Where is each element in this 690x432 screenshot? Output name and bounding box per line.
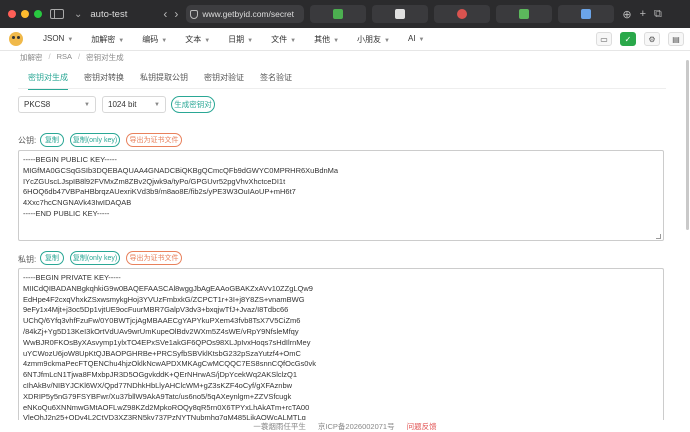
breadcrumb-item[interactable]: RSA bbox=[57, 52, 72, 63]
browser-tab[interactable] bbox=[496, 5, 553, 23]
menu-label: 文本 bbox=[185, 34, 202, 44]
browser-tab[interactable] bbox=[310, 5, 367, 23]
chevron-down-icon: ▼ bbox=[67, 36, 74, 43]
menu-item-crypto[interactable]: 加解密 ▼ bbox=[91, 34, 124, 45]
sidebar-panel-icon[interactable]: ▤ bbox=[668, 32, 684, 46]
menu-item-ai[interactable]: AI ▼ bbox=[408, 34, 425, 45]
maximize-window-button[interactable] bbox=[34, 10, 42, 18]
favicon-icon bbox=[395, 9, 406, 19]
chevron-down-icon[interactable]: ⌄ bbox=[74, 9, 82, 20]
copy-public-button[interactable]: 复制 bbox=[40, 133, 64, 147]
download-icon[interactable]: ⊕ bbox=[622, 8, 631, 21]
menu-item-file[interactable]: 文件 ▼ bbox=[271, 34, 296, 45]
footer: 一蓑烟雨任平生 京ICP备2026002071号 问题反馈 bbox=[0, 420, 690, 432]
export-private-button[interactable]: 导出为证书文件 bbox=[126, 251, 182, 265]
chevron-down-icon: ▼ bbox=[161, 37, 168, 44]
private-key-textarea[interactable]: -----BEGIN PRIVATE KEY----- MIICdQIBADAN… bbox=[18, 268, 664, 428]
chevron-down-icon: ▼ bbox=[384, 37, 390, 44]
favicon-icon bbox=[457, 9, 468, 19]
chevron-down-icon: ▼ bbox=[204, 37, 211, 44]
tab-overview-icon[interactable]: ⧉ bbox=[654, 8, 662, 21]
chevron-down-icon: ▼ bbox=[84, 101, 90, 108]
url-text: www.getbyid.com/secret bbox=[202, 9, 295, 19]
window-controls bbox=[8, 10, 42, 18]
feedback-link[interactable]: 问题反馈 bbox=[407, 421, 437, 432]
menu-label: 编码 bbox=[142, 34, 159, 44]
copy-public-only-button[interactable]: 复制(only key) bbox=[70, 133, 120, 147]
breadcrumb-separator: / bbox=[48, 52, 51, 61]
copy-private-only-button[interactable]: 复制(only key) bbox=[70, 251, 120, 265]
resize-handle-icon[interactable] bbox=[656, 234, 661, 239]
menu-item-date[interactable]: 日期 ▼ bbox=[228, 34, 253, 45]
breadcrumb-item[interactable]: 加解密 bbox=[20, 52, 43, 63]
menu-label: AI bbox=[407, 33, 416, 43]
checkbox-icon[interactable]: ✓ bbox=[620, 32, 636, 46]
footer-icp[interactable]: 京ICP备2026002071号 bbox=[318, 421, 395, 432]
settings-icon[interactable]: ⚙ bbox=[644, 32, 660, 46]
chevron-down-icon: ▼ bbox=[333, 37, 340, 44]
close-window-button[interactable] bbox=[8, 10, 16, 18]
favicon-icon bbox=[581, 9, 592, 19]
footer-motto: 一蓑烟雨任平生 bbox=[253, 421, 306, 431]
address-bar[interactable]: www.getbyid.com/secret bbox=[186, 5, 305, 23]
chevron-down-icon: ▼ bbox=[154, 101, 160, 108]
copy-private-button[interactable]: 复制 bbox=[40, 251, 64, 265]
breadcrumb-separator: / bbox=[78, 52, 81, 61]
menu-label: 日期 bbox=[228, 34, 245, 44]
logo-icon[interactable] bbox=[9, 32, 23, 46]
forward-icon[interactable]: › bbox=[174, 7, 178, 21]
menu-label: JSON bbox=[43, 33, 65, 43]
scrollbar[interactable] bbox=[686, 60, 689, 230]
key-size-select[interactable]: 1024 bit ▼ bbox=[102, 96, 166, 113]
menu-label: 文件 bbox=[271, 34, 288, 44]
favicon-icon bbox=[519, 9, 530, 19]
format-select[interactable]: PKCS8 ▼ bbox=[18, 96, 96, 113]
menu-item-text[interactable]: 文本 ▼ bbox=[185, 34, 210, 45]
generate-keypair-button[interactable]: 生成密钥对 bbox=[171, 96, 215, 113]
menu-item-json[interactable]: JSON ▼ bbox=[43, 34, 73, 45]
format-value: PKCS8 bbox=[24, 100, 51, 109]
menu-label: 加解密 bbox=[91, 34, 116, 44]
menu-item-kids[interactable]: 小朋友 ▼ bbox=[357, 34, 390, 45]
chevron-down-icon: ▼ bbox=[290, 37, 297, 44]
browser-tab[interactable] bbox=[558, 5, 615, 23]
breadcrumb: 加解密 / RSA / 密钥对生成 bbox=[20, 52, 124, 63]
shield-icon bbox=[190, 9, 199, 19]
tab-group-title[interactable]: auto-test bbox=[90, 9, 127, 20]
key-size-value: 1024 bit bbox=[108, 100, 137, 109]
menu-item-encoding[interactable]: 编码 ▼ bbox=[142, 34, 167, 45]
bookmark-icon[interactable]: ▭ bbox=[596, 32, 612, 46]
menu-label: 小朋友 bbox=[357, 34, 382, 44]
browser-tab[interactable] bbox=[434, 5, 491, 23]
breadcrumb-item: 密钥对生成 bbox=[86, 53, 124, 62]
chevron-down-icon: ▼ bbox=[418, 36, 425, 43]
app-header: JSON ▼ 加解密 ▼ 编码 ▼ 文本 ▼ 日期 ▼ 文件 ▼ 其他 ▼ 小朋友 ▼ AI ▼ … bbox=[0, 28, 690, 51]
public-key-textarea[interactable]: -----BEGIN PUBLIC KEY----- MIGfMA0GCSqGS… bbox=[18, 150, 664, 241]
main-menu: JSON ▼ 加解密 ▼ 编码 ▼ 文本 ▼ 日期 ▼ 文件 ▼ 其他 ▼ 小朋友 ▼ AI ▼ bbox=[29, 34, 424, 45]
menu-item-other[interactable]: 其他 ▼ bbox=[314, 34, 339, 45]
minimize-window-button[interactable] bbox=[21, 10, 29, 18]
public-key-label: 公钥: bbox=[18, 136, 37, 145]
favicon-icon bbox=[333, 9, 344, 19]
browser-tab[interactable] bbox=[372, 5, 429, 23]
chevron-down-icon: ▼ bbox=[118, 37, 125, 44]
sidebar-toggle-icon[interactable] bbox=[50, 9, 64, 19]
private-key-label: 私钥: bbox=[18, 255, 37, 264]
chevron-down-icon: ▼ bbox=[247, 37, 254, 44]
back-icon[interactable]: ‹ bbox=[163, 7, 167, 21]
export-public-button[interactable]: 导出为证书文件 bbox=[126, 133, 182, 147]
add-tab-icon[interactable]: + bbox=[640, 8, 646, 21]
menu-label: 其他 bbox=[314, 34, 331, 44]
tab-divider bbox=[18, 88, 666, 89]
browser-toolbar: ⌄ auto-test ‹ › www.getbyid.com/secret ⊕… bbox=[0, 0, 690, 28]
